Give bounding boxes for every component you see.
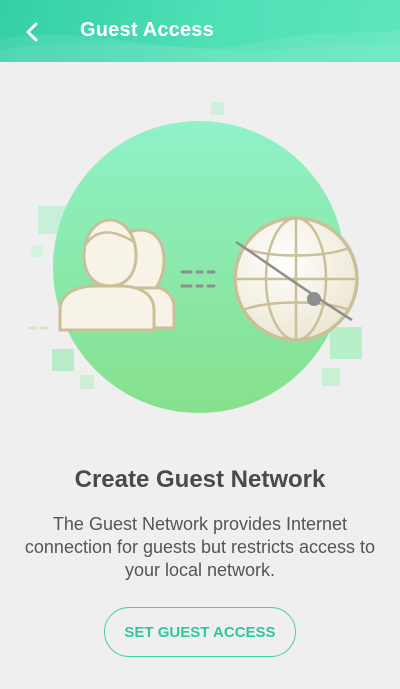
deco-square (52, 349, 74, 371)
deco-square (31, 245, 43, 257)
set-guest-access-button[interactable]: SET GUEST ACCESS (104, 607, 296, 657)
guests-icon (28, 218, 176, 332)
description-text: The Guest Network provides Internet conn… (24, 514, 376, 580)
back-button[interactable] (14, 14, 50, 50)
deco-square (322, 368, 340, 386)
deco-square (330, 327, 362, 359)
deco-square (80, 375, 94, 389)
page-title: Guest Access (80, 19, 214, 41)
globe-icon (233, 216, 359, 342)
guest-network-illustration (0, 62, 400, 442)
chevron-left-icon (26, 22, 38, 42)
headline: Create Guest Network (74, 466, 326, 493)
illustration-art (28, 102, 362, 413)
deco-square (211, 102, 224, 115)
app-header: Guest Access (0, 0, 400, 62)
